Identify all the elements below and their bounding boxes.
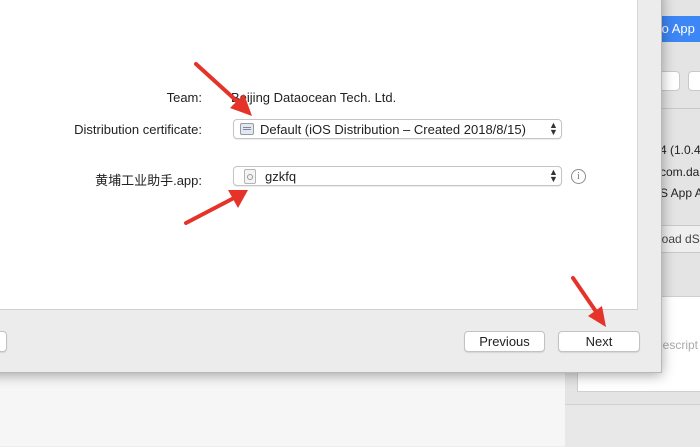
arrow-to-certificate <box>194 62 252 116</box>
arrow-to-next <box>571 276 606 327</box>
arrow-to-profile <box>184 190 248 225</box>
annotation-arrows <box>184 62 606 327</box>
